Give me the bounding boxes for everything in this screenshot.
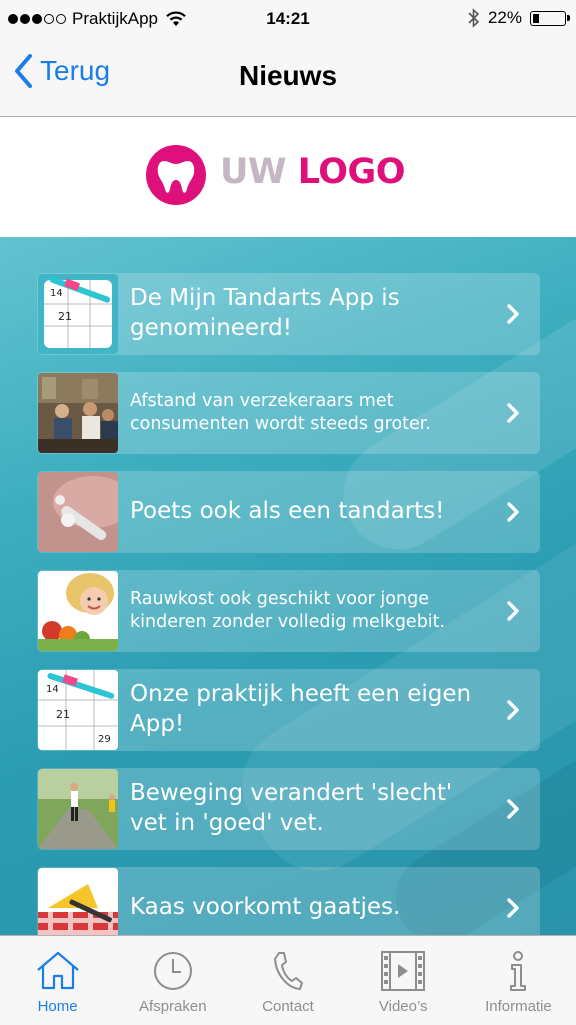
dental-tool-image bbox=[38, 472, 118, 552]
svg-text:14: 14 bbox=[46, 684, 59, 695]
news-title: Kaas voorkomt gaatjes. bbox=[130, 894, 401, 921]
news-item[interactable]: Poets ook als een tandarts! bbox=[37, 471, 540, 553]
news-title: Rauwkost ook geschikt voor jonge kindere… bbox=[130, 589, 446, 632]
chevron-right-icon bbox=[507, 502, 519, 522]
news-title: Afstand van verzekeraars met consumenten… bbox=[130, 391, 431, 434]
news-item[interactable]: Kaas voorkomt gaatjes. bbox=[37, 867, 540, 935]
logo-banner: UW LOGO bbox=[0, 117, 576, 237]
news-title: Beweging verandert 'slecht' vet in 'goed… bbox=[130, 780, 453, 836]
battery-percentage: 22% bbox=[487, 8, 522, 27]
tab-videos[interactable]: Video’s bbox=[346, 936, 461, 1025]
film-icon bbox=[381, 951, 426, 991]
news-title: De Mijn Tandarts App is genomineerd! bbox=[130, 285, 400, 341]
tab-home[interactable]: Home bbox=[0, 936, 115, 1025]
cheese-image bbox=[38, 868, 118, 935]
tab-contact[interactable]: Contact bbox=[230, 936, 345, 1025]
runner-image bbox=[38, 769, 118, 849]
news-item[interactable]: Beweging verandert 'slecht' vet in 'goed… bbox=[37, 768, 540, 850]
news-title: Poets ook als een tandarts! bbox=[130, 498, 445, 525]
tab-afspraken[interactable]: Afspraken bbox=[115, 936, 230, 1025]
home-icon bbox=[36, 951, 79, 990]
battery-icon bbox=[530, 10, 570, 26]
news-item[interactable]: Rauwkost ook geschikt voor jonge kindere… bbox=[37, 570, 540, 652]
chevron-right-icon bbox=[507, 898, 519, 918]
info-icon bbox=[510, 951, 527, 991]
chevron-right-icon bbox=[507, 403, 519, 423]
logo-text: UW LOGO bbox=[220, 152, 406, 192]
tab-informatie[interactable]: Informatie bbox=[461, 936, 576, 1025]
tab-label: Informatie bbox=[485, 998, 552, 1015]
tab-label: Home bbox=[37, 998, 78, 1015]
calendar-toothbrush-image: 14 21 bbox=[38, 274, 118, 354]
page-title: Nieuws bbox=[238, 60, 338, 91]
logo-text-part2: LOGO bbox=[297, 152, 406, 192]
news-title: Onze praktijk heeft een eigen App! bbox=[130, 681, 472, 737]
news-item[interactable]: Afstand van verzekeraars met consumenten… bbox=[37, 372, 540, 454]
navigation-bar: Terug Nieuws bbox=[0, 38, 576, 117]
tooth-logo-icon bbox=[146, 145, 206, 205]
phone-icon bbox=[274, 952, 303, 990]
chevron-right-icon bbox=[507, 601, 519, 621]
news-content[interactable]: 14 21 De Mijn Tandarts App is genomineer… bbox=[0, 237, 576, 935]
child-vegetables-image bbox=[38, 571, 118, 651]
tab-label: Afspraken bbox=[139, 998, 207, 1015]
status-right: 22% bbox=[468, 8, 570, 28]
bluetooth-icon bbox=[468, 8, 480, 28]
clock-icon bbox=[153, 952, 192, 990]
cafe-people-image bbox=[38, 373, 118, 453]
chevron-right-icon bbox=[507, 304, 519, 324]
news-item[interactable]: 14 21 De Mijn Tandarts App is genomineer… bbox=[37, 273, 540, 355]
news-item[interactable]: 14 21 29 Onze praktijk heeft een eigen A… bbox=[37, 669, 540, 751]
svg-text:29: 29 bbox=[98, 734, 111, 745]
svg-text:21: 21 bbox=[58, 310, 72, 323]
chevron-right-icon bbox=[507, 700, 519, 720]
svg-text:14: 14 bbox=[50, 288, 63, 299]
chevron-right-icon bbox=[507, 799, 519, 819]
tab-bar: Home Afspraken Contact Video’s Informati… bbox=[0, 935, 576, 1025]
news-list: 14 21 De Mijn Tandarts App is genomineer… bbox=[37, 273, 540, 935]
calendar-toothbrush-image: 14 21 29 bbox=[38, 670, 118, 750]
status-bar: PraktijkApp 14:21 22% bbox=[0, 0, 576, 38]
tab-label: Contact bbox=[262, 998, 314, 1015]
tab-label: Video’s bbox=[378, 998, 428, 1015]
logo-text-part1: UW bbox=[220, 152, 287, 192]
svg-text:21: 21 bbox=[56, 708, 70, 721]
